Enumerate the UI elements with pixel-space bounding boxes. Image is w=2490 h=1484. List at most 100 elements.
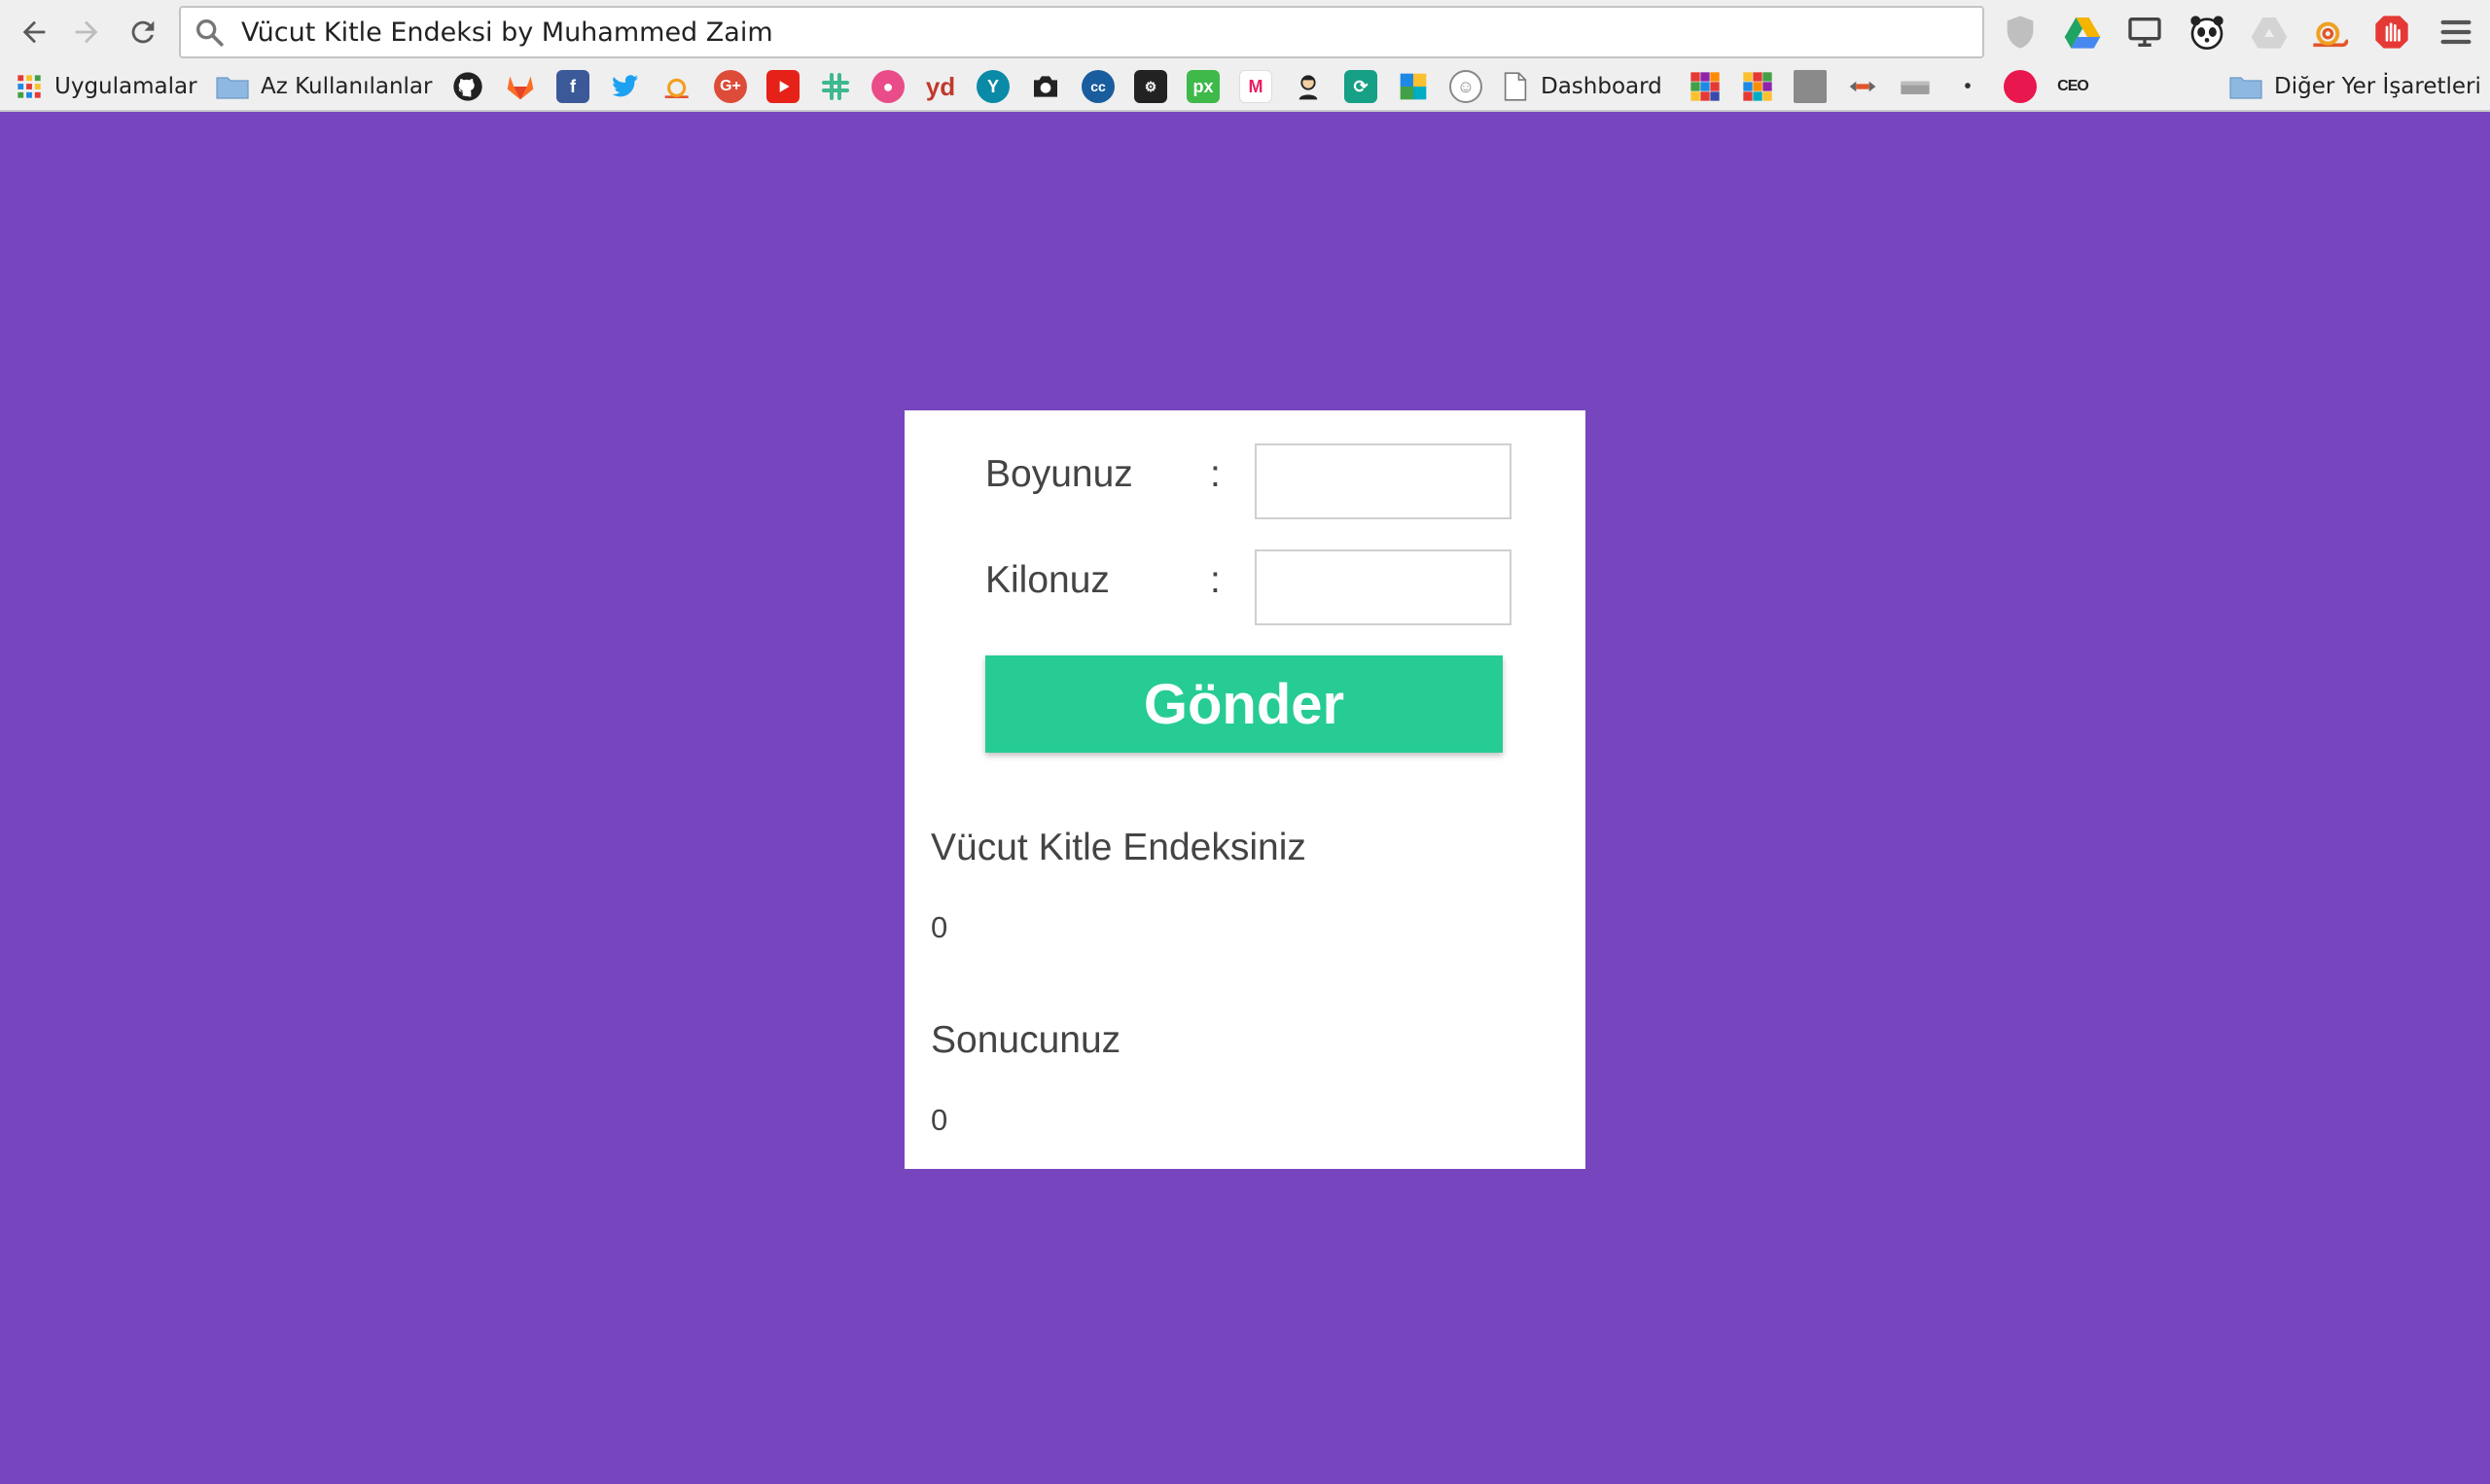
tiles-icon — [1400, 73, 1427, 100]
bookmark-dashboard[interactable]: Dashboard — [1504, 66, 1662, 107]
stop-hand-icon — [2375, 16, 2408, 49]
panda-icon — [2190, 16, 2223, 50]
dot-bookmark[interactable]: • — [1951, 70, 1984, 103]
height-colon: : — [1210, 453, 1221, 495]
shield-extension-button[interactable] — [2000, 12, 2041, 53]
bookmark-other-bookmarks[interactable]: Diğer Yer İşaretleri — [2229, 66, 2481, 107]
google-drive-icon — [2064, 18, 2101, 49]
cast-extension-button[interactable] — [2124, 12, 2165, 53]
github-bookmark[interactable] — [451, 70, 484, 103]
twitter-icon — [612, 75, 639, 97]
back-arrow-icon — [22, 20, 46, 44]
gitlab-bookmark[interactable] — [504, 70, 537, 103]
dev-icon: ⚙ — [1144, 78, 1157, 94]
yd-icon: yd — [925, 71, 956, 101]
arrows-bookmark[interactable] — [1846, 70, 1879, 103]
reload-icon — [131, 20, 155, 44]
twitter-bookmark[interactable] — [609, 70, 642, 103]
youtube-bookmark[interactable] — [766, 70, 800, 103]
submit-button[interactable]: Gönder — [985, 655, 1503, 753]
youtube-icon — [779, 81, 790, 92]
browser-toolbar: Vücut Kitle Endeksi by Muhammed Zaim — [0, 0, 2490, 64]
drive-extension-button[interactable] — [2062, 12, 2103, 53]
browser-menu-button[interactable] — [2436, 12, 2476, 53]
m-icon: M — [1248, 76, 1263, 96]
bar-bookmark[interactable] — [1899, 70, 1932, 103]
browser-chrome: Vücut Kitle Endeksi by Muhammed Zaim Uyg… — [0, 0, 2490, 112]
m-bookmark[interactable]: M — [1239, 70, 1272, 103]
weight-colon: : — [1210, 559, 1221, 601]
height-label: Boyunuz — [985, 453, 1133, 495]
mosaic-bookmark-1[interactable] — [1689, 70, 1722, 103]
google-plus-bookmark[interactable]: G+ — [714, 70, 747, 103]
adblock-extension-button[interactable] — [2371, 12, 2412, 53]
dev-bookmark[interactable]: ⚙ — [1134, 70, 1167, 103]
bookmark-folder-az-kullanilanlar[interactable]: Az Kullanılanlar — [216, 66, 432, 107]
bookmark-folder-label: Az Kullanılanlar — [261, 74, 433, 99]
grey-bar-icon — [1901, 81, 1930, 94]
bmi-title: Vücut Kitle Endeksiniz — [931, 827, 1306, 868]
dot-icon: • — [1964, 75, 1972, 97]
hamburger-menu-icon — [2440, 19, 2472, 45]
person-icon — [1298, 75, 1318, 100]
tiles-bookmark[interactable] — [1397, 70, 1430, 103]
dribbble-bookmark[interactable]: ● — [872, 70, 905, 103]
drive-grey-extension-button[interactable] — [2249, 12, 2290, 53]
y-icon: Y — [986, 76, 999, 96]
result-title: Sonucunuz — [931, 1019, 1121, 1061]
face-bookmark[interactable]: ☺ — [1449, 70, 1482, 103]
facebook-icon: f — [570, 76, 576, 96]
bmi-value: 0 — [931, 910, 948, 944]
reload-button[interactable] — [121, 10, 165, 54]
camera-bookmark[interactable] — [1029, 70, 1062, 103]
bookmark-apps[interactable]: Uygulamalar — [16, 66, 197, 107]
slack-bookmark[interactable] — [819, 70, 852, 103]
px-icon: px — [1192, 76, 1214, 96]
height-input[interactable] — [1255, 443, 1512, 519]
smiley-icon: ☺ — [1456, 76, 1476, 96]
slack-icon — [822, 73, 849, 100]
grey-square-bookmark[interactable] — [1794, 70, 1827, 103]
apps-grid-icon — [18, 75, 41, 98]
address-bar-text: Vücut Kitle Endeksi by Muhammed Zaim — [241, 17, 773, 48]
weight-label: Kilonuz — [985, 559, 1110, 601]
refresh-green-bookmark[interactable]: ⟳ — [1344, 70, 1377, 103]
back-button[interactable] — [12, 10, 56, 54]
snail-bookmark[interactable] — [661, 70, 694, 103]
ceo-bookmark[interactable]: CEO — [2056, 70, 2089, 103]
y-bookmark[interactable]: Y — [977, 70, 1010, 103]
address-bar[interactable]: Vücut Kitle Endeksi by Muhammed Zaim — [179, 6, 1984, 58]
yd-bookmark[interactable]: yd — [924, 70, 957, 103]
forward-button[interactable] — [64, 10, 109, 54]
result-value: 0 — [931, 1103, 948, 1137]
google-plus-icon: G+ — [720, 78, 741, 94]
facebook-bookmark[interactable]: f — [556, 70, 589, 103]
refresh-green-icon: ⟳ — [1353, 76, 1369, 96]
red-circle-bookmark[interactable] — [2004, 70, 2037, 103]
github-icon — [453, 72, 482, 101]
px-bookmark[interactable]: px — [1187, 70, 1220, 103]
mosaic-bookmark-2[interactable] — [1741, 70, 1774, 103]
mosaic-icon — [1743, 72, 1772, 101]
snail-icon — [664, 78, 689, 98]
bookmark-dashboard-label: Dashboard — [1541, 74, 1662, 99]
folder-icon — [2229, 77, 2262, 99]
panda-extension-button[interactable] — [2187, 12, 2227, 53]
dribbble-icon: ● — [882, 76, 894, 96]
cc-icon: cc — [1090, 79, 1106, 94]
bookmark-other-label: Diğer Yer İşaretleri — [2274, 74, 2481, 99]
avatar-bookmark[interactable] — [1292, 70, 1325, 103]
shield-icon — [2007, 16, 2034, 49]
forward-arrow-icon — [75, 20, 98, 44]
weight-input[interactable] — [1255, 549, 1512, 625]
screen-cast-icon — [2128, 18, 2161, 47]
folder-icon — [216, 77, 249, 99]
cc-bookmark[interactable]: cc — [1082, 70, 1115, 103]
page-icon — [1504, 72, 1527, 101]
gitlab-icon — [507, 76, 534, 100]
drive-grey-icon — [2251, 18, 2288, 49]
snail-icon — [2313, 21, 2349, 48]
search-icon — [196, 18, 224, 47]
camera-icon — [1034, 76, 1057, 97]
snail-extension-button[interactable] — [2309, 12, 2350, 53]
